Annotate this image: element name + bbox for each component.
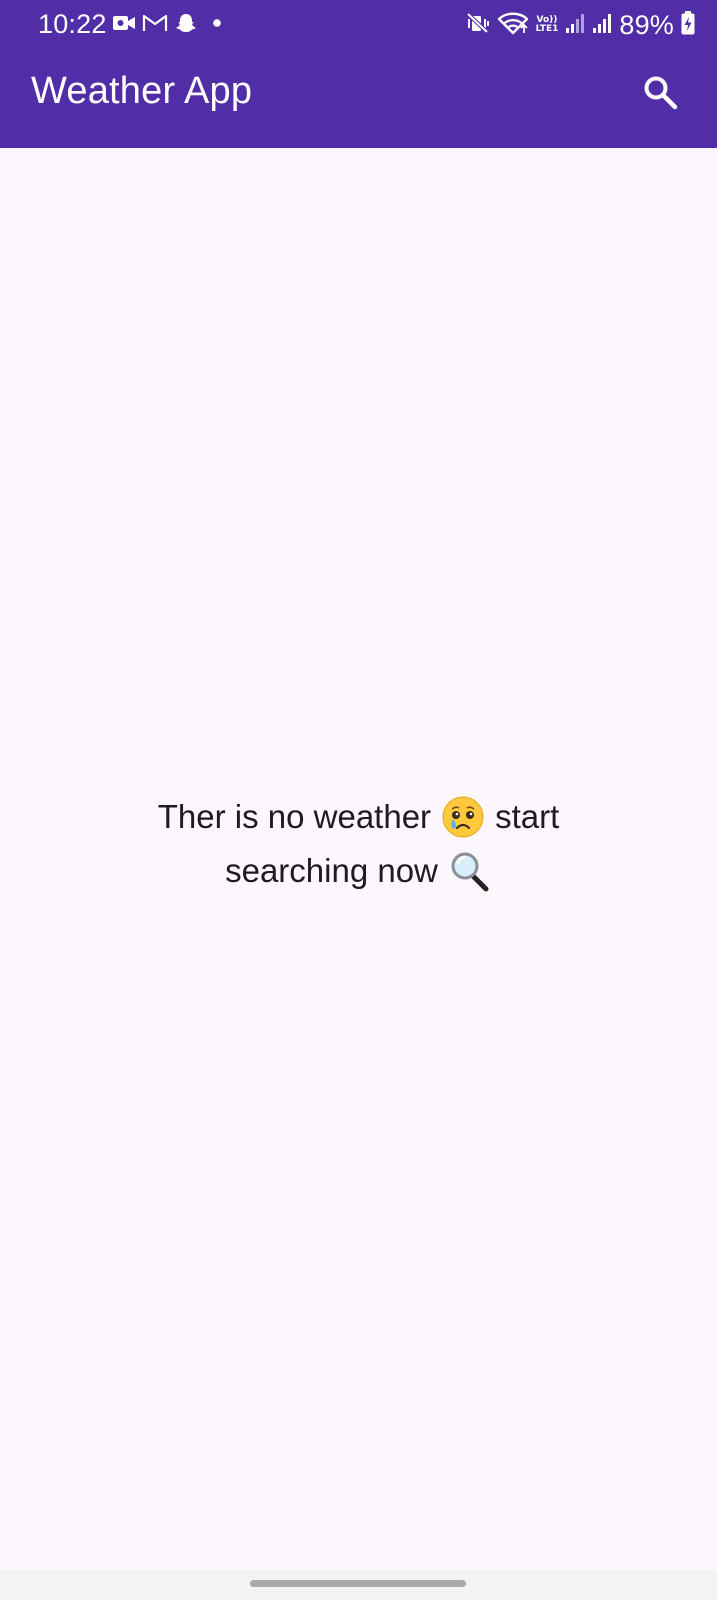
search-button[interactable] bbox=[636, 70, 684, 118]
empty-message-line-2: searching now bbox=[0, 844, 717, 898]
volte-lte1-icon: Vo)) LTE1 bbox=[536, 16, 559, 34]
magnifying-glass-icon bbox=[448, 849, 492, 893]
app-title: Weather App bbox=[31, 70, 253, 112]
signal-icon bbox=[592, 12, 612, 39]
status-right-icons: Vo)) LTE1 89% bbox=[466, 8, 695, 42]
wifi-icon bbox=[497, 11, 529, 40]
video-camera-icon bbox=[112, 14, 136, 37]
mute-vibrate-icon bbox=[466, 12, 490, 39]
status-time: 10:22 bbox=[38, 9, 107, 39]
empty-message-text-2: start bbox=[495, 798, 560, 835]
snapchat-ghost-icon bbox=[174, 12, 198, 39]
empty-message-line-1: Ther is no weather start bbox=[0, 790, 717, 844]
gmail-icon bbox=[142, 13, 168, 38]
status-bar: 10:22 Vo)) LTE1 89% bbox=[0, 0, 717, 50]
app-bar: 10:22 Vo)) LTE1 89% Weather App bbox=[0, 0, 717, 148]
battery-percent: 89% bbox=[619, 9, 674, 40]
status-left-icons bbox=[112, 12, 226, 38]
empty-message-text-3: searching now bbox=[225, 852, 438, 889]
home-gesture-handle[interactable] bbox=[250, 1580, 466, 1587]
signal-icon bbox=[565, 12, 585, 39]
search-icon bbox=[642, 74, 678, 115]
empty-state-message: Ther is no weather start searching now bbox=[0, 790, 717, 898]
empty-message-text-1: Ther is no weather bbox=[157, 798, 432, 835]
crying-face-icon bbox=[441, 795, 485, 839]
battery-charging-icon bbox=[681, 10, 695, 40]
volte-bottom-label: LTE1 bbox=[535, 24, 559, 34]
notification-dot-icon bbox=[204, 13, 226, 38]
